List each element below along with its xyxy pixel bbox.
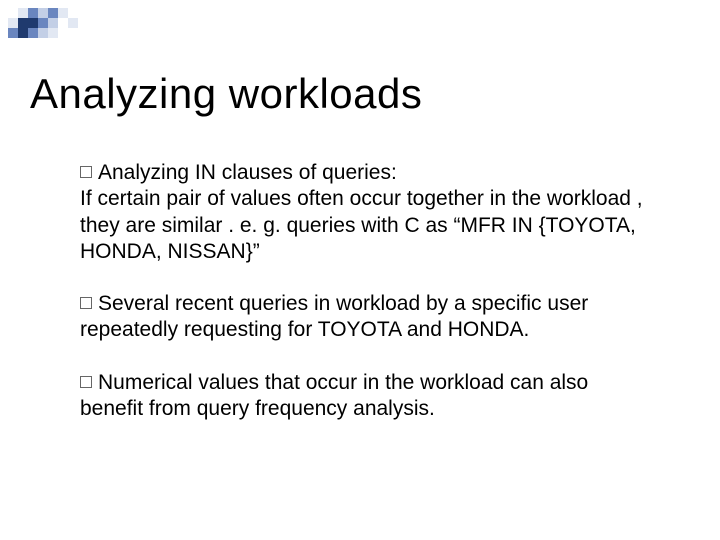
deco-square (78, 8, 88, 18)
slide: Analyzing workloads Analyzing IN clauses… (0, 0, 720, 540)
bullet-lead: Analyzing IN clauses of queries: (98, 161, 397, 184)
deco-square (78, 18, 88, 28)
checkbox-icon (80, 376, 92, 388)
deco-square (78, 28, 88, 38)
deco-square (48, 8, 58, 18)
deco-square (8, 8, 18, 18)
bullet-item: Numerical values that occur in the workl… (80, 370, 680, 423)
deco-square (38, 8, 48, 18)
deco-square (28, 28, 38, 38)
corner-decoration (8, 8, 128, 40)
deco-square (18, 8, 28, 18)
bullet-body: If certain pair of values often occur to… (80, 186, 680, 265)
deco-square (8, 18, 18, 28)
deco-square (38, 18, 48, 28)
deco-square (8, 28, 18, 38)
deco-square (48, 28, 58, 38)
bullet-lead: Numerical values that occur in the workl… (98, 371, 588, 394)
deco-square (58, 28, 68, 38)
slide-body: Analyzing IN clauses of queries: If cert… (80, 160, 680, 448)
deco-square (58, 18, 68, 28)
deco-square (68, 28, 78, 38)
deco-square (38, 28, 48, 38)
checkbox-icon (80, 166, 92, 178)
checkbox-icon (80, 297, 92, 309)
bullet-item: Several recent queries in workload by a … (80, 291, 680, 344)
bullet-item: Analyzing IN clauses of queries: If cert… (80, 160, 680, 265)
deco-square (18, 18, 28, 28)
deco-square (48, 18, 58, 28)
deco-square (28, 18, 38, 28)
bullet-lead: Several recent queries in workload by a … (98, 292, 588, 315)
deco-square (28, 8, 38, 18)
deco-square (58, 8, 68, 18)
deco-square (68, 18, 78, 28)
deco-square (18, 28, 28, 38)
slide-title: Analyzing workloads (30, 70, 422, 118)
deco-square (68, 8, 78, 18)
bullet-body: benefit from query frequency analysis. (80, 396, 680, 422)
bullet-body: repeatedly requesting for TOYOTA and HON… (80, 317, 680, 343)
